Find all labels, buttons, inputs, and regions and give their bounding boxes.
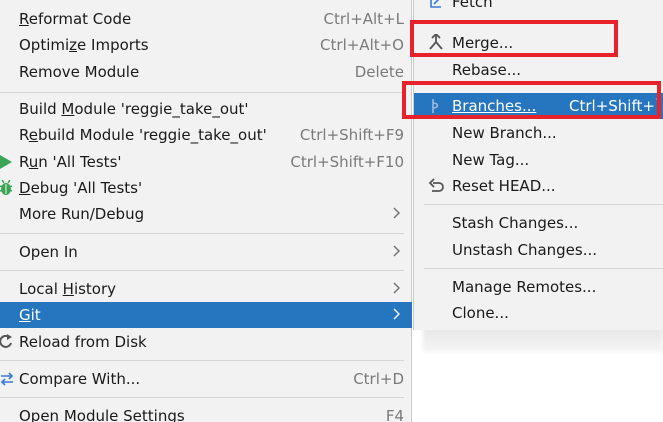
compare-arrows-icon xyxy=(0,371,14,387)
mnemonic: M xyxy=(61,100,75,118)
project-context-menu: Reformat Code Ctrl+Alt+L Optimize Import… xyxy=(0,0,412,422)
mnemonic: e xyxy=(28,126,38,144)
shortcut-label: Ctrl+D xyxy=(353,370,404,388)
menu-item-build-module[interactable]: Build Module 'reggie_take_out' xyxy=(0,96,412,122)
mnemonic: D xyxy=(19,179,31,197)
shortcut-label: Delete xyxy=(354,63,404,81)
menu-separator xyxy=(0,92,404,93)
bug-icon xyxy=(0,179,14,196)
menu-item-fetch[interactable]: Fetch xyxy=(414,0,663,15)
menu-item-unstash-changes[interactable]: Unstash Changes... xyxy=(414,237,663,263)
shortcut-label: F4 xyxy=(385,407,404,422)
menu-separator xyxy=(0,270,404,271)
menu-item-open-in[interactable]: Open In xyxy=(0,239,412,265)
menu-item-manage-remotes[interactable]: Manage Remotes... xyxy=(414,274,663,300)
shortcut-label: Ctrl+Alt+L xyxy=(323,10,405,28)
chevron-right-icon xyxy=(392,205,402,221)
menu-item-compare-with[interactable]: Compare With... Ctrl+D xyxy=(0,366,412,392)
chevron-right-icon xyxy=(392,306,402,322)
menu-item-rebase[interactable]: Rebase... xyxy=(414,57,663,83)
menu-item-optimize-imports[interactable]: Optimize Imports Ctrl+Alt+O xyxy=(0,32,412,58)
shortcut-label: Ctrl+Shift+F9 xyxy=(299,126,404,144)
menu-item-local-history[interactable]: Local History xyxy=(0,276,412,302)
mnemonic: u xyxy=(28,153,39,171)
shortcut-label: Ctrl+Alt+O xyxy=(320,36,404,54)
menu-item-reformat-code[interactable]: Reformat Code Ctrl+Alt+L xyxy=(0,6,412,32)
reload-icon xyxy=(0,334,14,350)
annotation-box-merge xyxy=(410,20,618,57)
fetch-icon xyxy=(428,0,444,11)
undo-icon xyxy=(428,177,444,195)
menu-separator xyxy=(0,360,404,361)
mnemonic: G xyxy=(19,306,31,324)
menu-item-new-branch[interactable]: New Branch... xyxy=(414,120,663,146)
menu-item-remove-module[interactable]: Remove Module Delete xyxy=(0,59,412,85)
menu-item-rebuild-module[interactable]: Rebuild Module 'reggie_take_out' Ctrl+Sh… xyxy=(0,122,412,148)
menu-item-git[interactable]: Git xyxy=(0,302,412,328)
menu-item-debug-all-tests[interactable]: Debug 'All Tests' xyxy=(0,175,412,201)
menu-item-run-all-tests[interactable]: Run 'All Tests' Ctrl+Shift+F10 xyxy=(0,149,412,175)
play-icon xyxy=(0,154,14,170)
shortcut-label: Ctrl+Shift+F10 xyxy=(290,153,404,171)
menu-item-reload-from-disk[interactable]: Reload from Disk xyxy=(0,329,412,355)
menu-separator xyxy=(0,233,404,234)
annotation-box-branches xyxy=(402,81,661,119)
mnemonic: z xyxy=(69,36,78,54)
menu-item-clone[interactable]: Clone... xyxy=(414,300,663,326)
menu-item-stash-changes[interactable]: Stash Changes... xyxy=(414,210,663,236)
mnemonic: H xyxy=(62,280,74,298)
menu-separator xyxy=(0,397,404,398)
menu-separator xyxy=(424,268,663,269)
menu-item-new-tag[interactable]: New Tag... xyxy=(414,147,663,173)
chevron-right-icon xyxy=(392,280,402,296)
menu-item-open-module-settings[interactable]: Open Module Settings F4 xyxy=(0,403,412,422)
mnemonic: R xyxy=(19,10,29,28)
menu-separator xyxy=(424,204,663,205)
chevron-right-icon xyxy=(392,243,402,259)
menu-item-more-run-debug[interactable]: More Run/Debug xyxy=(0,201,412,227)
menu-item-reset-head[interactable]: Reset HEAD... xyxy=(414,173,663,199)
